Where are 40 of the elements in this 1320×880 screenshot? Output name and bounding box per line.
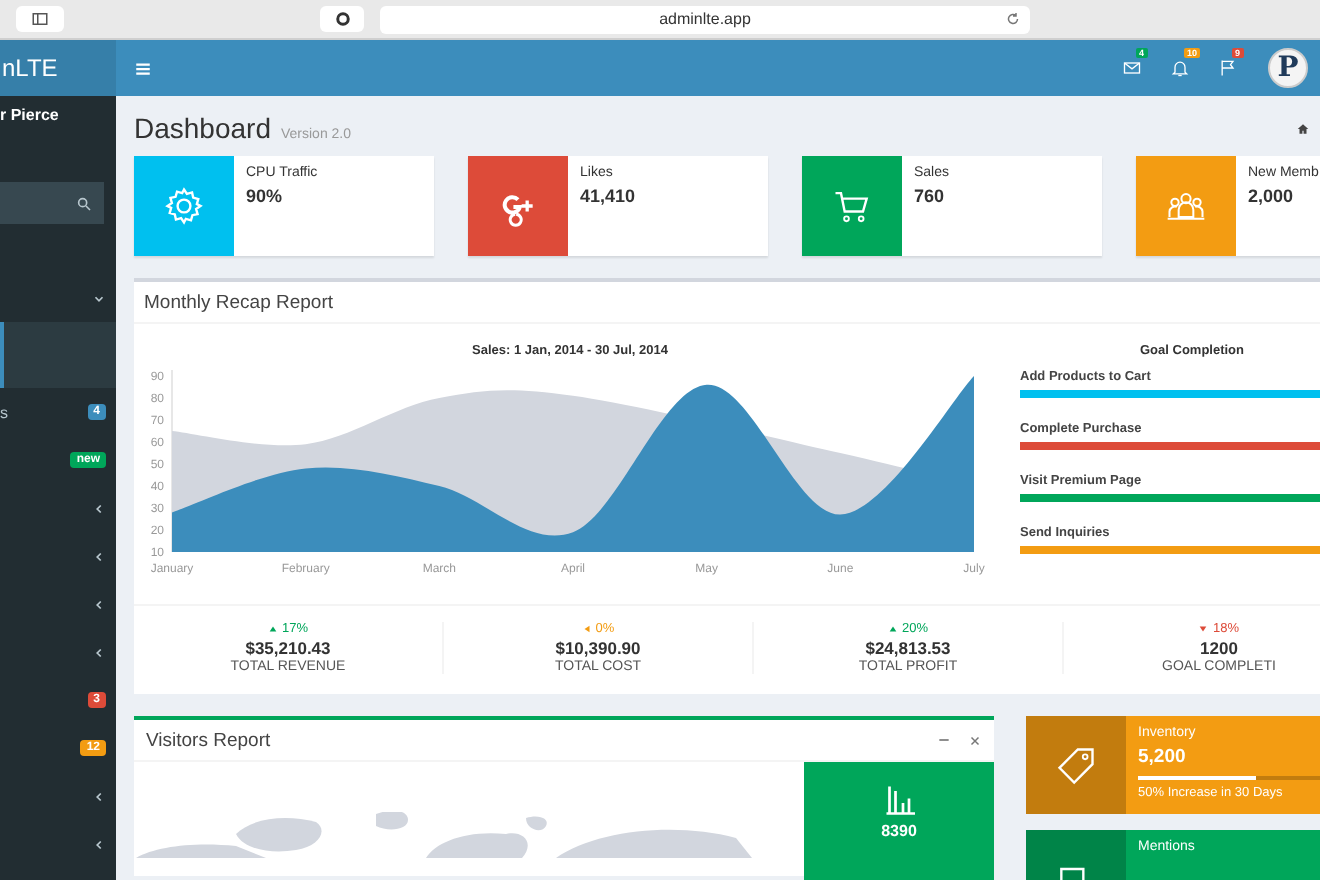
bell-icon[interactable] xyxy=(1170,58,1190,78)
flag-icon[interactable] xyxy=(1218,58,1238,78)
info-value: 760 xyxy=(914,186,947,206)
info-value: 41,410 xyxy=(580,186,636,206)
envelope-icon[interactable] xyxy=(1122,58,1142,78)
user-name: r Pierce xyxy=(0,104,61,128)
address-text: adminlte.app xyxy=(659,10,751,28)
menu-item[interactable] xyxy=(0,322,116,388)
home-icon xyxy=(1296,121,1310,135)
visits-value: 8390 xyxy=(881,822,917,840)
shield-icon xyxy=(333,10,351,28)
caret-up-icon xyxy=(267,624,278,634)
menu-icon[interactable] xyxy=(134,59,152,77)
user-avatar[interactable]: P xyxy=(1268,48,1308,88)
caret-down-icon xyxy=(1198,624,1209,634)
logo-text[interactable]: nLTE xyxy=(0,40,116,96)
sidebar-toggle-button[interactable] xyxy=(16,6,64,32)
sidebar-icon xyxy=(30,10,50,28)
privacy-button[interactable] xyxy=(320,6,364,32)
stat-value: $10,390.90 xyxy=(555,638,641,658)
info-value: 90% xyxy=(246,186,285,206)
stat-value: $35,210.43 xyxy=(245,638,331,658)
close-icon[interactable] xyxy=(968,733,982,747)
gear-icon xyxy=(162,184,206,228)
page-title: Dashboard xyxy=(134,112,271,144)
address-bar[interactable]: adminlte.app xyxy=(380,5,1030,33)
caret-left-icon xyxy=(581,624,592,634)
menu-item-label: s xyxy=(0,403,8,421)
tag-icon xyxy=(1054,743,1098,787)
panel-title: Visitors Report xyxy=(146,729,271,751)
search-field[interactable] xyxy=(0,182,104,224)
stat-value: 1200 xyxy=(1200,638,1238,658)
info-value: 2,000 xyxy=(1248,186,1296,206)
bar-chart-icon xyxy=(881,782,917,818)
search-icon xyxy=(76,195,92,211)
reload-icon[interactable] xyxy=(1004,9,1022,27)
info-value: 5,200 xyxy=(1138,746,1188,768)
caret-up-icon xyxy=(887,624,898,634)
stat-value: $24,813.53 xyxy=(865,638,951,658)
panel-title: Monthly Recap Report xyxy=(134,282,1320,324)
